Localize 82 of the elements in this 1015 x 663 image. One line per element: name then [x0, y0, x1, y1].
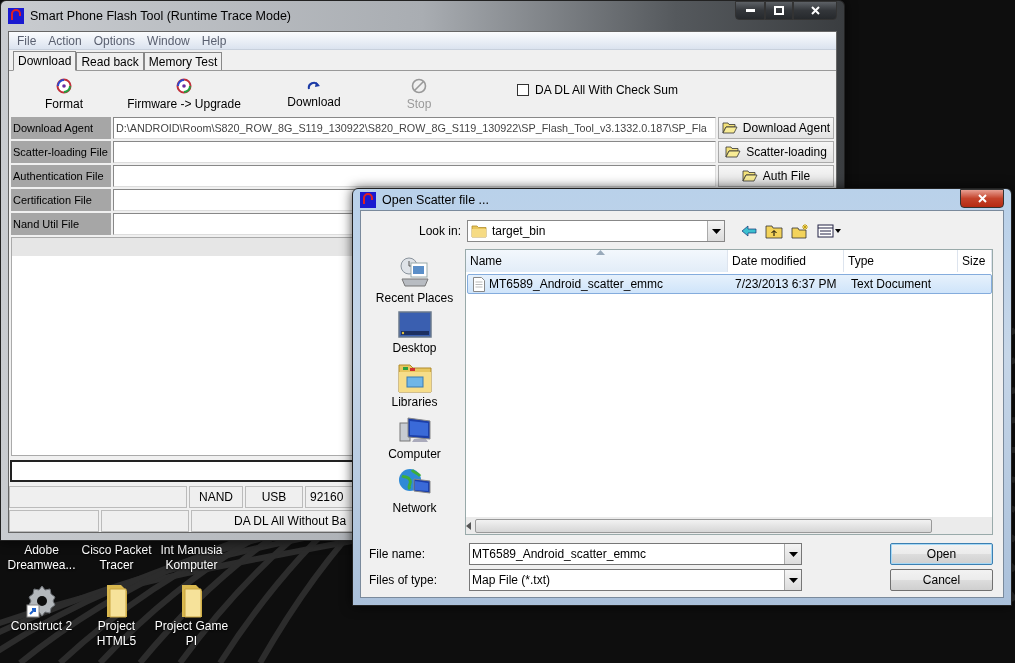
field-label: Download Agent	[11, 117, 111, 139]
arrow-icon	[307, 79, 321, 92]
monitor-icon	[397, 311, 432, 339]
checkbox-label: DA DL All With Check Sum	[535, 83, 678, 97]
close-button[interactable]	[960, 189, 1004, 208]
folder-icon	[725, 146, 742, 158]
browse-button[interactable]: Download Agent	[718, 117, 834, 139]
cancel-button[interactable]: Cancel	[890, 569, 993, 591]
scroll-left-icon	[466, 521, 471, 530]
file-type-dropdown[interactable]: Map File (*.txt)	[469, 569, 802, 591]
field-label: Scatter-loading File	[11, 141, 111, 163]
computer-icon	[397, 415, 432, 445]
file-row[interactable]: MT6589_Android_scatter_emmc 7/23/2013 6:37 PM Text Document	[467, 274, 992, 294]
look-in-label: Look in:	[417, 224, 462, 238]
minimize-icon	[745, 9, 755, 12]
close-button[interactable]	[793, 1, 837, 20]
library-folder-icon	[397, 361, 432, 393]
browse-button[interactable]: Auth File	[718, 165, 834, 187]
toolbar-button[interactable]: Format	[29, 76, 99, 112]
checkbox[interactable]	[517, 84, 529, 96]
clock-folder-icon	[397, 257, 432, 289]
status-cell: NAND	[189, 486, 243, 508]
toolbar-button[interactable]: Download	[269, 78, 359, 110]
document-icon	[473, 276, 485, 292]
file-name-label: File name:	[368, 547, 427, 561]
place-item[interactable]: Libraries	[369, 361, 460, 409]
menu-item[interactable]: Options	[89, 33, 140, 48]
place-item[interactable]: Recent Places	[369, 257, 460, 305]
path-field[interactable]	[113, 165, 716, 187]
sort-arrow-icon	[596, 250, 605, 255]
dialog-title: Open Scatter file ...	[382, 192, 489, 207]
folder-icon	[471, 224, 487, 238]
place-item[interactable]: Computer	[369, 415, 460, 461]
view-menu-icon[interactable]	[817, 224, 841, 238]
maximize-button[interactable]	[765, 1, 793, 20]
tab[interactable]: Memory Test	[143, 52, 223, 70]
folder-icon	[741, 170, 758, 182]
path-field[interactable]: D:\ANDROID\Room\S820_ROW_8G_S119_130922\S820_ROW_8G_S119_130922\SP_Flash_Tool_v3.1332.0.187\SP_Fla	[113, 117, 716, 139]
desktop-icon-label[interactable]: Project Game PI	[154, 619, 229, 649]
table-cell-text: 7/23/2013 6:37 PM	[734, 277, 838, 291]
field-label: Nand Util File	[11, 213, 111, 235]
folder-icon	[721, 122, 738, 134]
desktop-icon-label[interactable]: Project HTML5	[79, 619, 154, 649]
app-icon	[8, 8, 24, 24]
maximize-icon	[774, 6, 784, 15]
up-folder-icon[interactable]	[765, 223, 783, 239]
menu-item[interactable]: Window	[143, 33, 194, 48]
field-label: Certification File	[11, 189, 111, 211]
close-icon	[977, 194, 987, 203]
close-icon	[810, 6, 820, 15]
tab[interactable]: Download	[13, 51, 77, 71]
field-label: Authentication File	[11, 165, 111, 187]
path-field[interactable]	[113, 141, 716, 163]
browse-button[interactable]: Scatter-loading	[718, 141, 834, 163]
table-cell: MT6589_Android_scatter_emmc	[468, 276, 730, 292]
desktop-icon-label[interactable]: Int Manusia Komputer	[154, 543, 229, 573]
column-header[interactable]: Name	[466, 250, 728, 272]
place-item[interactable]: Desktop	[369, 311, 460, 355]
look-in-dropdown[interactable]: target_bin	[467, 220, 725, 242]
dropdown-arrow-icon	[788, 551, 798, 557]
file-type-label: Files of type:	[368, 573, 439, 587]
app-icon	[360, 191, 376, 208]
new-folder-icon[interactable]	[791, 223, 809, 239]
dropdown-arrow-icon	[711, 228, 721, 234]
desktop-icon-label[interactable]: Adobe Dreamwea...	[4, 543, 79, 573]
horizontal-scrollbar[interactable]	[466, 517, 992, 534]
menu-item[interactable]: Help	[197, 33, 231, 48]
status-cell: USB	[245, 486, 303, 508]
back-arrow-icon[interactable]	[741, 225, 757, 237]
stop-icon	[411, 77, 427, 94]
desktop-icon-label[interactable]: Construct 2	[4, 619, 79, 634]
toolbar-button[interactable]: Firmware -> Upgrade	[99, 76, 269, 112]
open-button[interactable]: Open	[890, 543, 993, 565]
menu-item[interactable]: Action	[44, 33, 86, 48]
desktop-icon-label[interactable]: Cisco Packet Tracer	[79, 543, 154, 573]
menu-item[interactable]: File	[13, 33, 41, 48]
tab[interactable]: Read back	[76, 52, 144, 70]
window-title: Smart Phone Flash Tool (Runtime Trace Mode)	[30, 9, 291, 23]
table-cell-text: Text Document	[850, 277, 933, 291]
minimize-button[interactable]	[735, 1, 765, 20]
file-name-field[interactable]: MT6589_Android_scatter_emmc	[469, 543, 802, 565]
dropdown-arrow-icon	[788, 577, 798, 583]
